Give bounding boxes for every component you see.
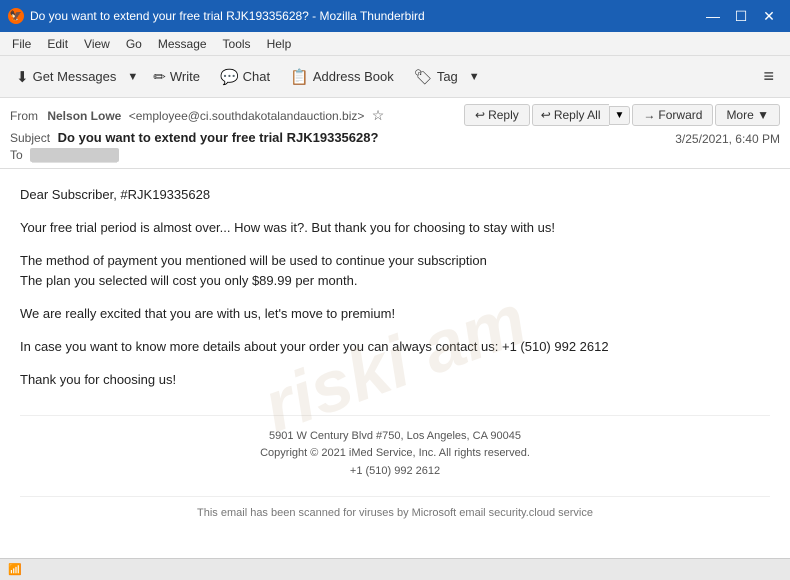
- hamburger-menu-button[interactable]: ≡: [755, 62, 782, 91]
- reply-all-split-button: ↩ Reply All ▼: [532, 104, 631, 126]
- email-subject-row: Subject Do you want to extend your free …: [10, 130, 780, 148]
- reply-all-button[interactable]: ↩ Reply All: [532, 104, 609, 126]
- email-scan-notice: This email has been scanned for viruses …: [20, 496, 770, 531]
- get-messages-icon: ⬇: [16, 68, 29, 86]
- email-line-3: The method of payment you mentioned will…: [20, 251, 770, 293]
- window-controls: — ☐ ✕: [700, 3, 782, 29]
- email-footer-info: 5901 W Century Blvd #750, Los Angeles, C…: [20, 415, 770, 481]
- status-icon: 📶: [8, 563, 22, 576]
- email-line-7: Thank you for choosing us!: [20, 370, 770, 391]
- reply-button[interactable]: ↩ Reply: [464, 104, 530, 126]
- menu-message[interactable]: Message: [150, 35, 215, 53]
- email-from-field: From Nelson Lowe <employee@ci.southdakot…: [10, 107, 384, 124]
- email-to-field: To ██████████: [10, 148, 780, 162]
- menu-edit[interactable]: Edit: [39, 35, 76, 53]
- from-label: From: [10, 109, 38, 123]
- menu-file[interactable]: File: [4, 35, 39, 53]
- get-messages-button[interactable]: ⬇ Get Messages: [8, 64, 124, 90]
- toolbar: ⬇ Get Messages ▼ ✏ Write 💬 Chat 📋 Addres…: [0, 56, 790, 98]
- more-button[interactable]: More ▼: [715, 104, 780, 126]
- title-bar: 🦅 Do you want to extend your free trial …: [0, 0, 790, 32]
- main-content: From Nelson Lowe <employee@ci.southdakot…: [0, 98, 790, 558]
- menu-go[interactable]: Go: [118, 35, 150, 53]
- forward-button[interactable]: → Forward: [632, 104, 713, 126]
- reply-icon: ↩: [475, 108, 485, 122]
- chat-icon: 💬: [220, 68, 239, 86]
- maximize-button[interactable]: ☐: [728, 3, 754, 29]
- menu-help[interactable]: Help: [259, 35, 300, 53]
- email-subject: Subject Do you want to extend your free …: [10, 130, 378, 145]
- get-messages-group: ⬇ Get Messages ▼: [8, 64, 141, 90]
- close-button[interactable]: ✕: [756, 3, 782, 29]
- to-label: To: [10, 148, 23, 162]
- address-book-button[interactable]: 📋 Address Book: [282, 64, 402, 90]
- footer-address: 5901 W Century Blvd #750, Los Angeles, C…: [20, 428, 770, 446]
- tag-button[interactable]: 🏷 Tag: [406, 64, 466, 90]
- email-header: From Nelson Lowe <employee@ci.southdakot…: [0, 98, 790, 169]
- tag-icon: 🏷: [414, 68, 433, 86]
- subject-label: Subject: [10, 131, 50, 145]
- get-messages-dropdown-arrow[interactable]: ▼: [124, 67, 141, 87]
- sender-email: <employee@ci.southdakotalandauction.biz>: [129, 109, 365, 123]
- reply-all-dropdown[interactable]: ▼: [609, 106, 631, 125]
- email-action-buttons: ↩ Reply ↩ Reply All ▼ → Forward More ▼: [464, 104, 780, 126]
- menu-view[interactable]: View: [76, 35, 118, 53]
- email-line-2: Your free trial period is almost over...…: [20, 218, 770, 239]
- forward-icon: →: [643, 108, 655, 122]
- reply-all-icon: ↩: [541, 108, 551, 122]
- footer-phone: +1 (510) 992 2612: [20, 463, 770, 481]
- footer-copyright: Copyright © 2021 iMed Service, Inc. All …: [20, 445, 770, 463]
- email-line-6: In case you want to know more details ab…: [20, 337, 770, 358]
- to-value: ██████████: [30, 148, 119, 162]
- write-icon: ✏: [153, 68, 166, 86]
- email-line-5: We are really excited that you are with …: [20, 304, 770, 325]
- address-book-icon: 📋: [290, 68, 309, 86]
- email-line-1: Dear Subscriber, #RJK19335628: [20, 185, 770, 206]
- menu-bar: File Edit View Go Message Tools Help: [0, 32, 790, 56]
- tag-dropdown-arrow[interactable]: ▼: [466, 67, 483, 87]
- window-title: Do you want to extend your free trial RJ…: [30, 9, 425, 23]
- star-icon[interactable]: ☆: [372, 107, 385, 123]
- tag-group: 🏷 Tag ▼: [406, 64, 483, 90]
- app-icon: 🦅: [8, 8, 24, 24]
- minimize-button[interactable]: —: [700, 3, 726, 29]
- write-button[interactable]: ✏ Write: [145, 64, 208, 90]
- email-body: riski am Dear Subscriber, #RJK19335628 Y…: [0, 169, 790, 558]
- sender-name: Nelson Lowe: [47, 109, 121, 123]
- email-date: 3/25/2021, 6:40 PM: [675, 132, 780, 146]
- chat-button[interactable]: 💬 Chat: [212, 64, 278, 90]
- menu-tools[interactable]: Tools: [215, 35, 259, 53]
- status-bar: 📶: [0, 558, 790, 580]
